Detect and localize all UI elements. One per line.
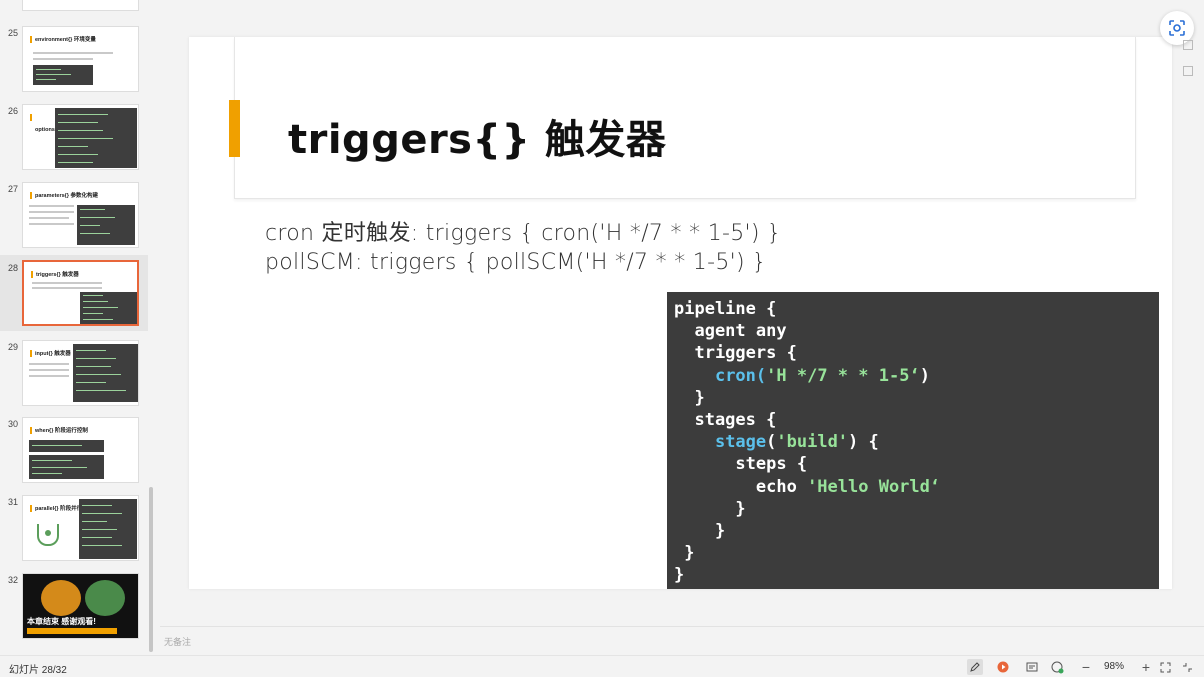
slide-number: 28 xyxy=(8,263,19,273)
code-line: pipeline { xyxy=(674,299,777,319)
slide-thumbnail[interactable]: options{} xyxy=(22,104,139,170)
slide-thumbnail[interactable]: when{} 阶段运行控制 xyxy=(22,417,139,483)
slide-thumbnail[interactable]: input{} 触发器 xyxy=(22,340,139,406)
pipeline-code-block[interactable]: pipeline { agent any triggers { cron('H … xyxy=(667,292,1159,589)
thumbnail-title: parameters{} 参数化构建 xyxy=(35,193,98,199)
status-bar: 幻灯片 28/32 − 98% + xyxy=(0,655,1204,677)
expand-icon xyxy=(1182,662,1192,672)
slide-thumbnail-row[interactable]: 29 input{} 触发器 xyxy=(0,340,148,412)
code-line: } xyxy=(674,521,726,542)
slide-thumbnail-row[interactable]: 27 parameters{} 参数化构建 xyxy=(0,182,148,254)
fit-window-icon xyxy=(1160,662,1170,672)
slide-thumbnail-row[interactable]: 25 environment{} 环境变量 xyxy=(0,26,148,98)
play-icon xyxy=(997,661,1009,673)
minus-icon: − xyxy=(1081,659,1091,675)
thumbnail-title: 本章结束 感谢观看! xyxy=(27,617,96,626)
code-string: 'H */7 * * 1-5‘ xyxy=(766,365,920,386)
slide-thumbnail-row-selected[interactable]: 28 triggers{} 触发器 xyxy=(0,255,148,331)
slide-thumbnail[interactable]: parameters{} 参数化构建 xyxy=(22,182,139,248)
slide-number: 26 xyxy=(8,106,19,116)
pen-icon xyxy=(970,662,980,672)
code-line: echo xyxy=(674,476,808,497)
slide-title[interactable]: triggers{} 触发器 xyxy=(288,107,666,165)
cron-trigger-text[interactable]: cron 定时触发: triggers { cron('H */7 * * 1-… xyxy=(265,215,781,247)
slide-thumbnail[interactable]: parallel{} 阶段并行 xyxy=(22,495,139,561)
slide-thumbnail[interactable]: 本章结束 感谢观看! xyxy=(22,573,139,639)
code-line: } xyxy=(674,565,685,586)
notes-placeholder: 无备注 xyxy=(164,637,192,647)
code-function: stage xyxy=(714,432,767,453)
slide-number: 25 xyxy=(8,28,19,38)
thumbnail-title: triggers{} 触发器 xyxy=(36,272,79,278)
speaker-notes-area[interactable]: 无备注 xyxy=(160,626,1204,655)
thumbnail-title: parallel{} 阶段并行 xyxy=(35,506,83,512)
slide-counter: 幻灯片 28/32 xyxy=(9,665,67,676)
zoom-in-button[interactable]: + xyxy=(1138,659,1154,675)
slide-number: 30 xyxy=(8,419,19,429)
code-line: } xyxy=(674,543,695,564)
code-line: stages { xyxy=(674,410,777,431)
palette-icon xyxy=(1051,661,1063,673)
sidebar-scrollbar[interactable] xyxy=(149,487,153,652)
slide-thumbnail-row[interactable]: 30 when{} 阶段运行控制 xyxy=(0,417,148,489)
fullscreen-button[interactable] xyxy=(1179,659,1195,675)
slide-thumbnail-row[interactable]: 32 本章结束 感谢观看! xyxy=(0,573,148,645)
fit-to-window-button[interactable] xyxy=(1157,659,1173,675)
annotate-button[interactable] xyxy=(967,659,983,675)
slide-thumbnail-panel: 25 environment{} 环境变量 26 options{} 27 pa… xyxy=(0,0,160,655)
slide-number: 29 xyxy=(8,342,19,352)
zoom-out-button[interactable]: − xyxy=(1078,659,1094,675)
code-line: agent any xyxy=(674,321,787,342)
notes-toggle-button[interactable] xyxy=(1024,659,1040,675)
image-icon[interactable] xyxy=(1183,66,1193,76)
thumbnail-title: environment{} 环境变量 xyxy=(35,37,96,43)
plus-icon: + xyxy=(1141,659,1151,675)
panel-icon[interactable] xyxy=(1183,40,1193,50)
slide-number: 31 xyxy=(8,497,19,507)
notes-icon xyxy=(1026,662,1038,672)
thumbnail-title: input{} 触发器 xyxy=(35,351,71,357)
title-accent-bar xyxy=(229,100,240,157)
code-line: } xyxy=(674,387,705,408)
code-string: 'build' xyxy=(776,432,849,453)
slide-thumbnail[interactable]: environment{} 环境变量 xyxy=(22,26,139,92)
theme-button[interactable] xyxy=(1049,659,1065,675)
slide-thumbnail-row[interactable]: 31 parallel{} 阶段并行 xyxy=(0,495,148,567)
play-slideshow-button[interactable] xyxy=(995,659,1011,675)
scan-icon xyxy=(1169,20,1185,36)
code-line: } xyxy=(674,498,746,519)
code-line: triggers { xyxy=(674,343,797,364)
slide-thumbnail-selected[interactable]: triggers{} 触发器 xyxy=(22,260,139,326)
code-string: 'Hello World‘ xyxy=(807,476,941,497)
zoom-level[interactable]: 98% xyxy=(1104,661,1124,672)
slide-number: 32 xyxy=(8,575,19,585)
pollscm-trigger-text[interactable]: pollSCM: triggers { pollSCM('H */7 * * 1… xyxy=(265,250,766,275)
slide-canvas[interactable]: triggers{} 触发器 cron 定时触发: triggers { cro… xyxy=(189,37,1172,589)
code-line: steps { xyxy=(674,454,808,475)
thumbnail-title: when{} 阶段运行控制 xyxy=(35,428,88,434)
slide-thumbnail-24-partial[interactable] xyxy=(22,0,139,11)
slide-number: 27 xyxy=(8,184,19,194)
slide-thumbnail-row[interactable]: 26 options{} xyxy=(0,104,148,176)
code-function: cron xyxy=(714,365,756,386)
